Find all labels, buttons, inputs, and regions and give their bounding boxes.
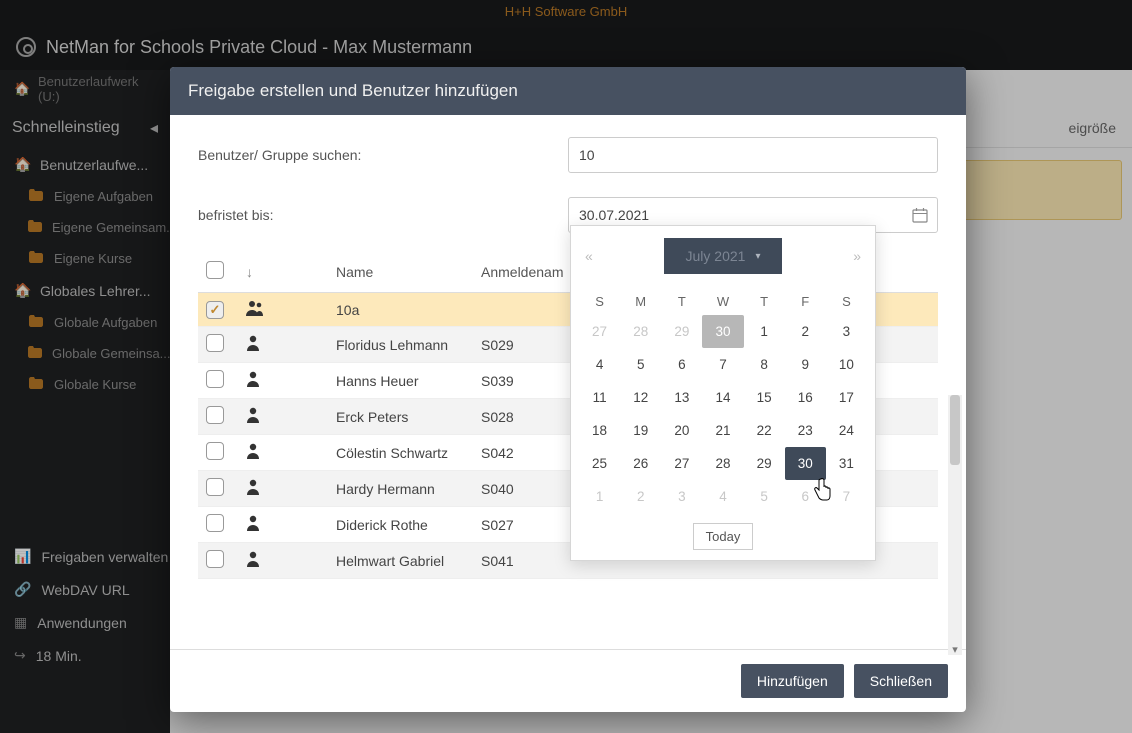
calendar-day[interactable]: 24: [826, 414, 867, 447]
calendar-day[interactable]: 14: [702, 381, 743, 414]
calendar-day[interactable]: 4: [579, 348, 620, 381]
calendar-day[interactable]: 20: [661, 414, 702, 447]
calendar-day[interactable]: 5: [620, 348, 661, 381]
search-input[interactable]: [568, 137, 938, 173]
calendar-day[interactable]: 5: [744, 480, 785, 513]
calendar-day[interactable]: 2: [620, 480, 661, 513]
dow-label: T: [661, 288, 702, 315]
calendar-day[interactable]: 6: [785, 480, 826, 513]
calendar-day[interactable]: 28: [620, 315, 661, 348]
col-name[interactable]: Name: [328, 251, 473, 293]
row-name: Hardy Hermann: [328, 471, 473, 507]
calendar-day[interactable]: 27: [579, 315, 620, 348]
calendar-day[interactable]: 29: [661, 315, 702, 348]
today-button[interactable]: Today: [693, 523, 754, 550]
calendar-day[interactable]: 28: [702, 447, 743, 480]
user-icon: [246, 554, 260, 570]
datepicker-popup: « July 2021 ▾ » SMTWTFS27282930123456789…: [570, 225, 876, 561]
calendar-day[interactable]: 15: [744, 381, 785, 414]
row-checkbox[interactable]: [206, 301, 224, 319]
calendar-day[interactable]: 10: [826, 348, 867, 381]
calendar-day[interactable]: 1: [744, 315, 785, 348]
row-name: Cölestin Schwartz: [328, 435, 473, 471]
calendar-day[interactable]: 25: [579, 447, 620, 480]
calendar-day[interactable]: 13: [661, 381, 702, 414]
calendar-day[interactable]: 16: [785, 381, 826, 414]
modal-title: Freigabe erstellen und Benutzer hinzufüg…: [170, 67, 966, 115]
calendar-day[interactable]: 27: [661, 447, 702, 480]
calendar-day[interactable]: 30: [702, 315, 743, 348]
row-checkbox[interactable]: [206, 514, 224, 532]
user-icon: [246, 338, 260, 354]
calendar-day[interactable]: 7: [826, 480, 867, 513]
date-label: befristet bis:: [198, 207, 568, 223]
calendar-day[interactable]: 30: [785, 447, 826, 480]
dow-label: F: [785, 288, 826, 315]
sort-icon[interactable]: ↓: [246, 264, 253, 280]
user-icon: [246, 518, 260, 534]
calendar-day[interactable]: 3: [826, 315, 867, 348]
user-icon: [246, 482, 260, 498]
table-scrollbar[interactable]: ▾: [948, 395, 962, 655]
scrollbar-thumb[interactable]: [950, 395, 960, 465]
row-checkbox[interactable]: [206, 334, 224, 352]
calendar-day[interactable]: 19: [620, 414, 661, 447]
row-checkbox[interactable]: [206, 406, 224, 424]
calendar-day[interactable]: 4: [702, 480, 743, 513]
month-selector[interactable]: July 2021 ▾: [664, 238, 783, 274]
dow-label: W: [702, 288, 743, 315]
row-name: Hanns Heuer: [328, 363, 473, 399]
calendar-day[interactable]: 22: [744, 414, 785, 447]
scroll-down-icon[interactable]: ▾: [948, 643, 962, 657]
calendar-day[interactable]: 31: [826, 447, 867, 480]
group-icon: [246, 303, 264, 319]
chevron-down-icon: ▾: [755, 251, 760, 262]
dow-label: T: [744, 288, 785, 315]
calendar-day[interactable]: 2: [785, 315, 826, 348]
calendar-day[interactable]: 11: [579, 381, 620, 414]
dow-label: S: [579, 288, 620, 315]
calendar-day[interactable]: 7: [702, 348, 743, 381]
next-month-icon[interactable]: »: [853, 248, 861, 264]
row-checkbox[interactable]: [206, 370, 224, 388]
dow-label: S: [826, 288, 867, 315]
row-name: Erck Peters: [328, 399, 473, 435]
row-name: Floridus Lehmann: [328, 327, 473, 363]
row-name: 10a: [328, 293, 473, 327]
calendar-day[interactable]: 23: [785, 414, 826, 447]
row-checkbox[interactable]: [206, 550, 224, 568]
calendar-day[interactable]: 6: [661, 348, 702, 381]
calendar-day[interactable]: 12: [620, 381, 661, 414]
row-checkbox[interactable]: [206, 478, 224, 496]
calendar-day[interactable]: 8: [744, 348, 785, 381]
add-button[interactable]: Hinzufügen: [741, 664, 844, 698]
calendar-day[interactable]: 17: [826, 381, 867, 414]
row-name: Diderick Rothe: [328, 507, 473, 543]
calendar-day[interactable]: 29: [744, 447, 785, 480]
calendar-day[interactable]: 21: [702, 414, 743, 447]
dow-label: M: [620, 288, 661, 315]
calendar-icon[interactable]: [908, 203, 932, 227]
row-name: Helmwart Gabriel: [328, 543, 473, 579]
calendar-day[interactable]: 9: [785, 348, 826, 381]
select-all-checkbox[interactable]: [206, 261, 224, 279]
user-icon: [246, 374, 260, 390]
calendar-day[interactable]: 18: [579, 414, 620, 447]
calendar-day[interactable]: 26: [620, 447, 661, 480]
close-button[interactable]: Schließen: [854, 664, 948, 698]
row-checkbox[interactable]: [206, 442, 224, 460]
search-label: Benutzer/ Gruppe suchen:: [198, 147, 568, 163]
calendar-day[interactable]: 3: [661, 480, 702, 513]
calendar-day[interactable]: 1: [579, 480, 620, 513]
user-icon: [246, 446, 260, 462]
user-icon: [246, 410, 260, 426]
prev-month-icon[interactable]: «: [585, 248, 593, 264]
